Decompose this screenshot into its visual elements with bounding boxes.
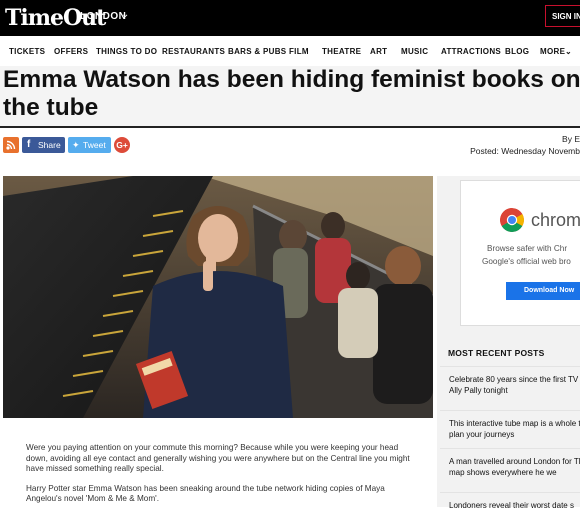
chevron-down-icon[interactable]: ⌄ [121, 9, 129, 20]
download-now-button[interactable]: Download Now [506, 282, 580, 300]
recent-post-link[interactable]: Londoners reveal their worst date s [449, 500, 580, 511]
recent-post-item[interactable]: This interactive tube map is a whole to … [440, 410, 580, 449]
nav-item-offers[interactable]: OFFERS [54, 47, 88, 56]
city-selector[interactable]: LONDON [80, 11, 126, 22]
nav-item-art[interactable]: ART [370, 47, 387, 56]
article-hero-image [3, 176, 433, 418]
twitter-bird-icon: ✦ [72, 140, 80, 150]
article-meta: By E Posted: Wednesday Novemb [470, 134, 580, 156]
chrome-brand-text: chrom [531, 210, 580, 230]
nav-item-blog[interactable]: BLOG [505, 47, 529, 56]
nav-item-tickets[interactable]: TICKETS [9, 47, 45, 56]
nav-item-attractions[interactable]: ATTRACTIONS [441, 47, 501, 56]
nav-item-restaurants[interactable]: RESTAURANTS [162, 47, 225, 56]
facebook-share-button[interactable]: f Share [22, 137, 65, 153]
recent-post-link[interactable]: A man travelled around London for This m… [449, 456, 580, 478]
nav-item-film[interactable]: FILM [289, 47, 309, 56]
nav-item-bars-pubs[interactable]: BARS & PUBS [228, 47, 286, 56]
rss-icon[interactable] [3, 137, 19, 153]
ad-line-2: Google's official web bro [482, 257, 571, 266]
main-nav: TICKETS OFFERS THINGS TO DO RESTAURANTS … [0, 36, 580, 67]
google-plus-button[interactable]: G+ [114, 137, 130, 153]
twitter-tweet-button[interactable]: ✦ Tweet [68, 137, 111, 153]
posted-date: Posted: Wednesday Novemb [470, 146, 580, 156]
recent-post-item[interactable]: A man travelled around London for This m… [440, 448, 580, 493]
nav-item-theatre[interactable]: THEATRE [322, 47, 361, 56]
recent-post-link[interactable]: Celebrate 80 years since the first TV at… [449, 374, 580, 396]
share-bar: f Share ✦ Tweet G+ By E Posted: Wednesda… [0, 128, 580, 170]
escalator-photo [3, 176, 433, 418]
nav-item-more[interactable]: MORE [540, 47, 565, 56]
recent-post-item[interactable]: Londoners reveal their worst date s [440, 492, 580, 511]
rss-glyph [6, 140, 16, 150]
sign-in-button[interactable]: SIGN IN O [545, 5, 580, 27]
facebook-share-label: Share [38, 140, 61, 150]
ad-line-1: Browse safer with Chr [487, 244, 568, 253]
recent-post-link[interactable]: This interactive tube map is a whole to … [449, 418, 580, 440]
top-bar: TimeOut LONDON ⌄ SIGN IN O [0, 0, 580, 36]
article-headline: Emma Watson has been hiding feminist boo… [3, 66, 580, 121]
nav-item-music[interactable]: MUSIC [401, 47, 428, 56]
chrome-logo-icon [500, 208, 524, 232]
nav-item-things-to-do[interactable]: THINGS TO DO [96, 47, 157, 56]
more-chevron-icon[interactable]: ⌄ [565, 47, 572, 56]
article-paragraph: Harry Potter star Emma Watson has been s… [26, 483, 385, 504]
article-body: Were you paying attention on your commut… [26, 443, 421, 514]
facebook-icon: f [27, 139, 31, 150]
author-byline: By E [562, 134, 580, 144]
chrome-ad[interactable]: chrom Browse safer with Chr Google's off… [460, 180, 580, 326]
twitter-tweet-label: Tweet [83, 140, 106, 150]
recent-post-item[interactable]: Celebrate 80 years since the first TV at… [440, 366, 580, 411]
most-recent-posts-title: MOST RECENT POSTS [448, 348, 545, 358]
article-paragraph: Were you paying attention on your commut… [26, 443, 410, 473]
headline-section: Emma Watson has been hiding feminist boo… [0, 66, 580, 128]
